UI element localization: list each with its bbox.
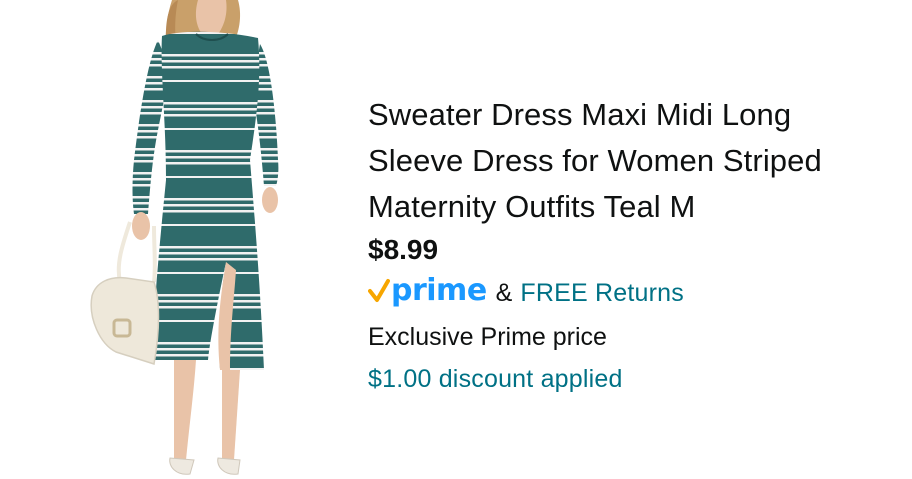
prime-check-icon	[368, 278, 390, 309]
ampersand: &	[495, 278, 513, 307]
prime-logo: prime	[368, 270, 487, 316]
product-photo-striped-dress	[90, 0, 279, 475]
prime-row: prime & FREE Returns	[368, 270, 888, 316]
product-price: $8.99	[368, 234, 439, 265]
prime-logo-text: prime	[391, 272, 487, 308]
product-title[interactable]: Sweater Dress Maxi Midi Long Sleeve Dres…	[368, 92, 888, 230]
product-image[interactable]	[70, 0, 320, 479]
free-returns-link[interactable]: FREE Returns	[520, 279, 684, 308]
product-card[interactable]: Sweater Dress Maxi Midi Long Sleeve Dres…	[0, 0, 912, 479]
discount-applied-label: $1.00 discount applied	[368, 365, 623, 393]
product-details: Sweater Dress Maxi Midi Long Sleeve Dres…	[368, 92, 888, 400]
exclusive-prime-price-label: Exclusive Prime price	[368, 323, 607, 351]
